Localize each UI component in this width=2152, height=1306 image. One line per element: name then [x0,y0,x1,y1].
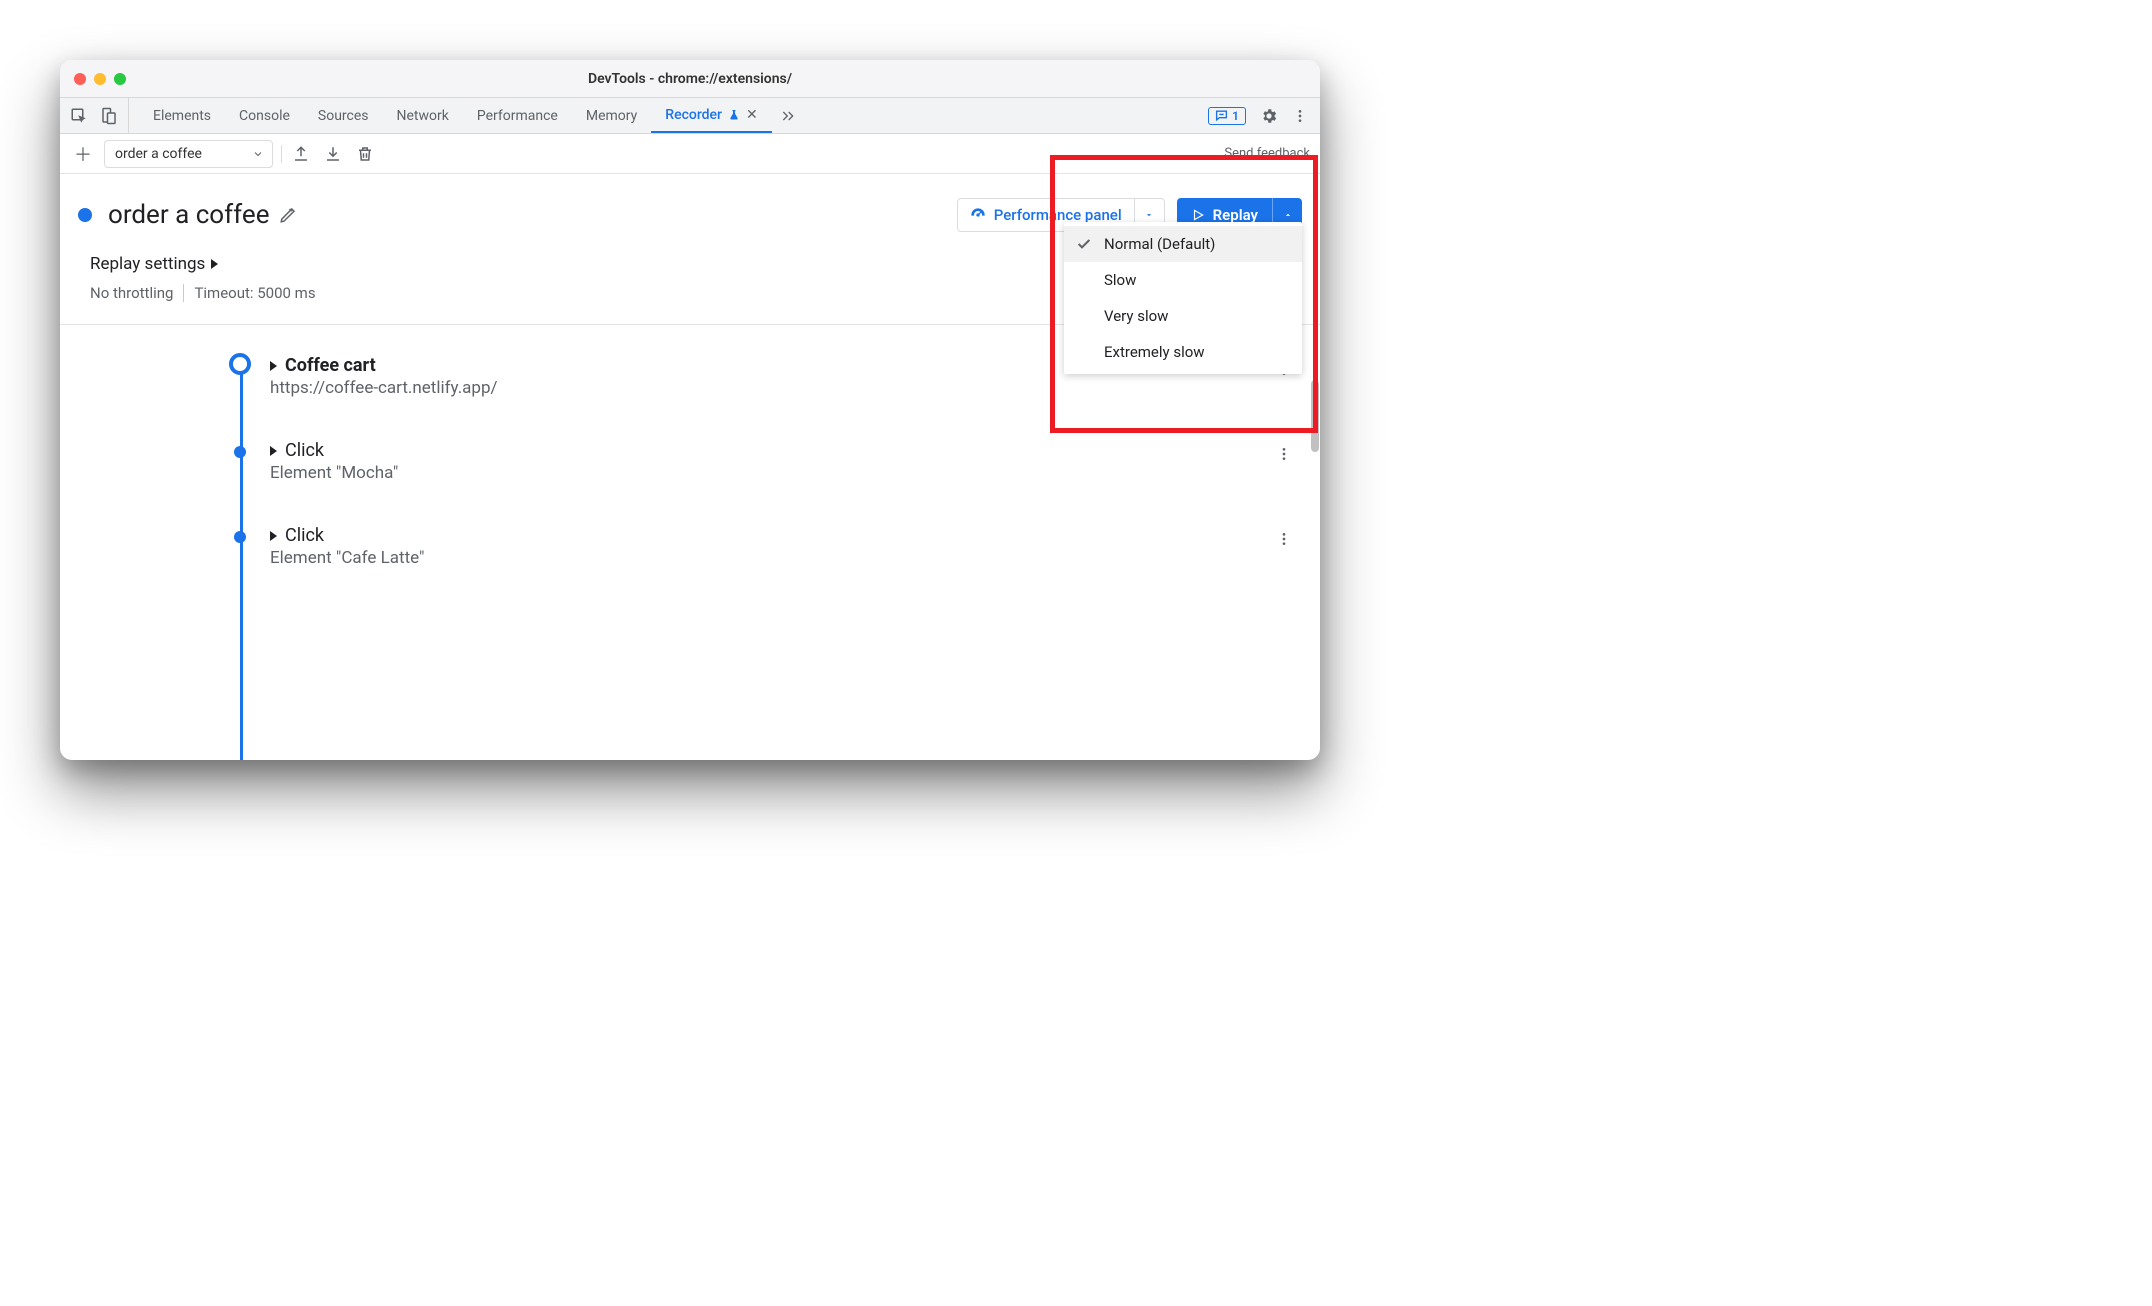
send-feedback-link[interactable]: Send feedback [1224,146,1310,161]
step-title: Coffee cart [285,355,376,376]
issues-count: 1 [1232,109,1239,123]
timeout-value: Timeout: 5000 ms [194,284,315,302]
recorder-toolbar: ＋ order a coffee Send feedback [60,134,1320,174]
chevron-right-icon [270,440,277,461]
panel-tabstrip: Elements Console Sources Network Perform… [60,98,1320,134]
step-marker [229,353,251,375]
step-marker [234,446,246,458]
step-title: Click [285,440,324,461]
speed-option-label: Very slow [1104,307,1168,325]
speed-option-label: Extremely slow [1104,343,1205,361]
step-marker [234,531,246,543]
step-item[interactable]: Click Element "Mocha" [230,440,1302,483]
close-window-button[interactable] [74,73,86,85]
devtools-window: DevTools - chrome://extensions/ Elements… [60,60,1320,760]
step-subtitle: Element "Mocha" [270,463,1302,483]
edit-title-icon[interactable] [279,206,297,224]
new-recording-button[interactable]: ＋ [70,141,96,167]
recording-selector[interactable]: order a coffee [104,140,273,168]
checkmark-icon [1076,236,1092,252]
recording-status-dot [78,208,92,222]
chevron-right-icon [211,254,218,274]
export-icon[interactable] [292,145,310,163]
steps-list: Coffee cart https://coffee-cart.netlify.… [60,325,1320,760]
gauge-icon [970,207,986,223]
traffic-lights [60,73,126,85]
tab-recorder[interactable]: Recorder ✕ [651,98,771,133]
step-title: Click [285,525,324,546]
tab-performance[interactable]: Performance [463,98,572,133]
more-tabs-button[interactable] [772,98,804,133]
step-subtitle: Element "Cafe Latte" [270,548,1302,568]
replay-speed-menu: Normal (Default) Slow Very slow Extremel… [1064,222,1302,374]
inspect-element-icon[interactable] [70,107,88,125]
step-menu-icon[interactable] [1276,531,1292,547]
recording-title: order a coffee [108,200,269,230]
device-toolbar-icon[interactable] [100,107,118,125]
tab-console[interactable]: Console [225,98,304,133]
tab-network[interactable]: Network [383,98,463,133]
chevron-right-icon [270,355,277,376]
scrollbar-thumb[interactable] [1311,380,1319,452]
settings-gear-icon[interactable] [1260,107,1278,125]
tab-memory[interactable]: Memory [572,98,651,133]
tab-sources[interactable]: Sources [304,98,383,133]
issues-chip[interactable]: 1 [1208,107,1246,125]
import-icon[interactable] [324,145,342,163]
play-icon [1191,208,1205,222]
chevron-right-icon [270,525,277,546]
step-menu-icon[interactable] [1276,446,1292,462]
throttling-value: No throttling [90,284,173,302]
maximize-window-button[interactable] [114,73,126,85]
flask-icon [728,109,740,121]
delete-icon[interactable] [356,145,374,163]
recording-selector-label: order a coffee [115,146,202,162]
kebab-menu-icon[interactable] [1292,108,1308,124]
step-subtitle: https://coffee-cart.netlify.app/ [270,378,1302,398]
speed-option-label: Normal (Default) [1104,235,1215,253]
titlebar: DevTools - chrome://extensions/ [60,60,1320,98]
step-item[interactable]: Click Element "Cafe Latte" [230,525,1302,568]
speed-option-slow[interactable]: Slow [1064,262,1302,298]
speed-option-normal[interactable]: Normal (Default) [1064,226,1302,262]
window-title: DevTools - chrome://extensions/ [60,71,1320,87]
speed-option-extremely-slow[interactable]: Extremely slow [1064,334,1302,370]
replay-settings-label: Replay settings [90,254,205,274]
speed-option-label: Slow [1104,271,1136,289]
minimize-window-button[interactable] [94,73,106,85]
close-tab-icon[interactable]: ✕ [746,107,758,123]
tab-elements[interactable]: Elements [139,98,225,133]
speed-option-very-slow[interactable]: Very slow [1064,298,1302,334]
